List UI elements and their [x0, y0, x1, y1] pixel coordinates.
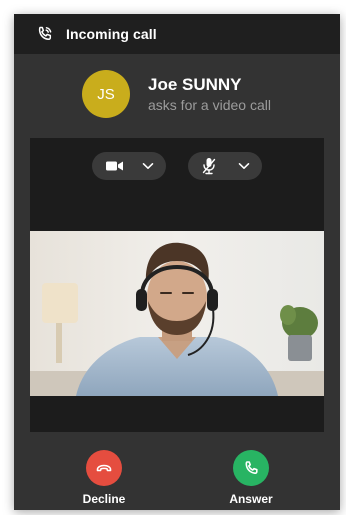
call-actions: Decline Answer — [14, 444, 340, 510]
decline-button[interactable]: Decline — [69, 450, 139, 506]
call-description: asks for a video call — [148, 96, 271, 113]
phone-ringing-icon — [36, 25, 54, 43]
answer-button[interactable]: Answer — [216, 450, 286, 506]
caller-info: JS Joe SUNNY asks for a video call — [14, 54, 340, 134]
microphone-muted-icon — [202, 157, 216, 175]
answer-circle[interactable] — [233, 450, 269, 486]
incoming-call-window: Incoming call JS Joe SUNNY asks for a vi… — [14, 14, 340, 510]
phone-icon — [242, 459, 260, 477]
chevron-down-icon — [142, 162, 154, 170]
title-bar: Incoming call — [14, 14, 340, 54]
window-title: Incoming call — [66, 26, 157, 42]
chevron-down-icon — [238, 162, 250, 170]
microphone-select-button[interactable] — [188, 152, 262, 180]
decline-circle[interactable] — [86, 450, 122, 486]
video-camera-icon — [106, 160, 124, 172]
camera-select-button[interactable] — [92, 152, 166, 180]
avatar: JS — [82, 70, 130, 118]
answer-label: Answer — [229, 492, 273, 506]
caller-name: Joe SUNNY — [148, 74, 242, 94]
video-preview-panel — [30, 138, 324, 432]
decline-label: Decline — [82, 492, 126, 506]
hang-up-icon — [95, 459, 113, 477]
camera-preview-image — [30, 231, 324, 396]
caller-text: Joe SUNNY asks for a video call — [148, 74, 271, 115]
